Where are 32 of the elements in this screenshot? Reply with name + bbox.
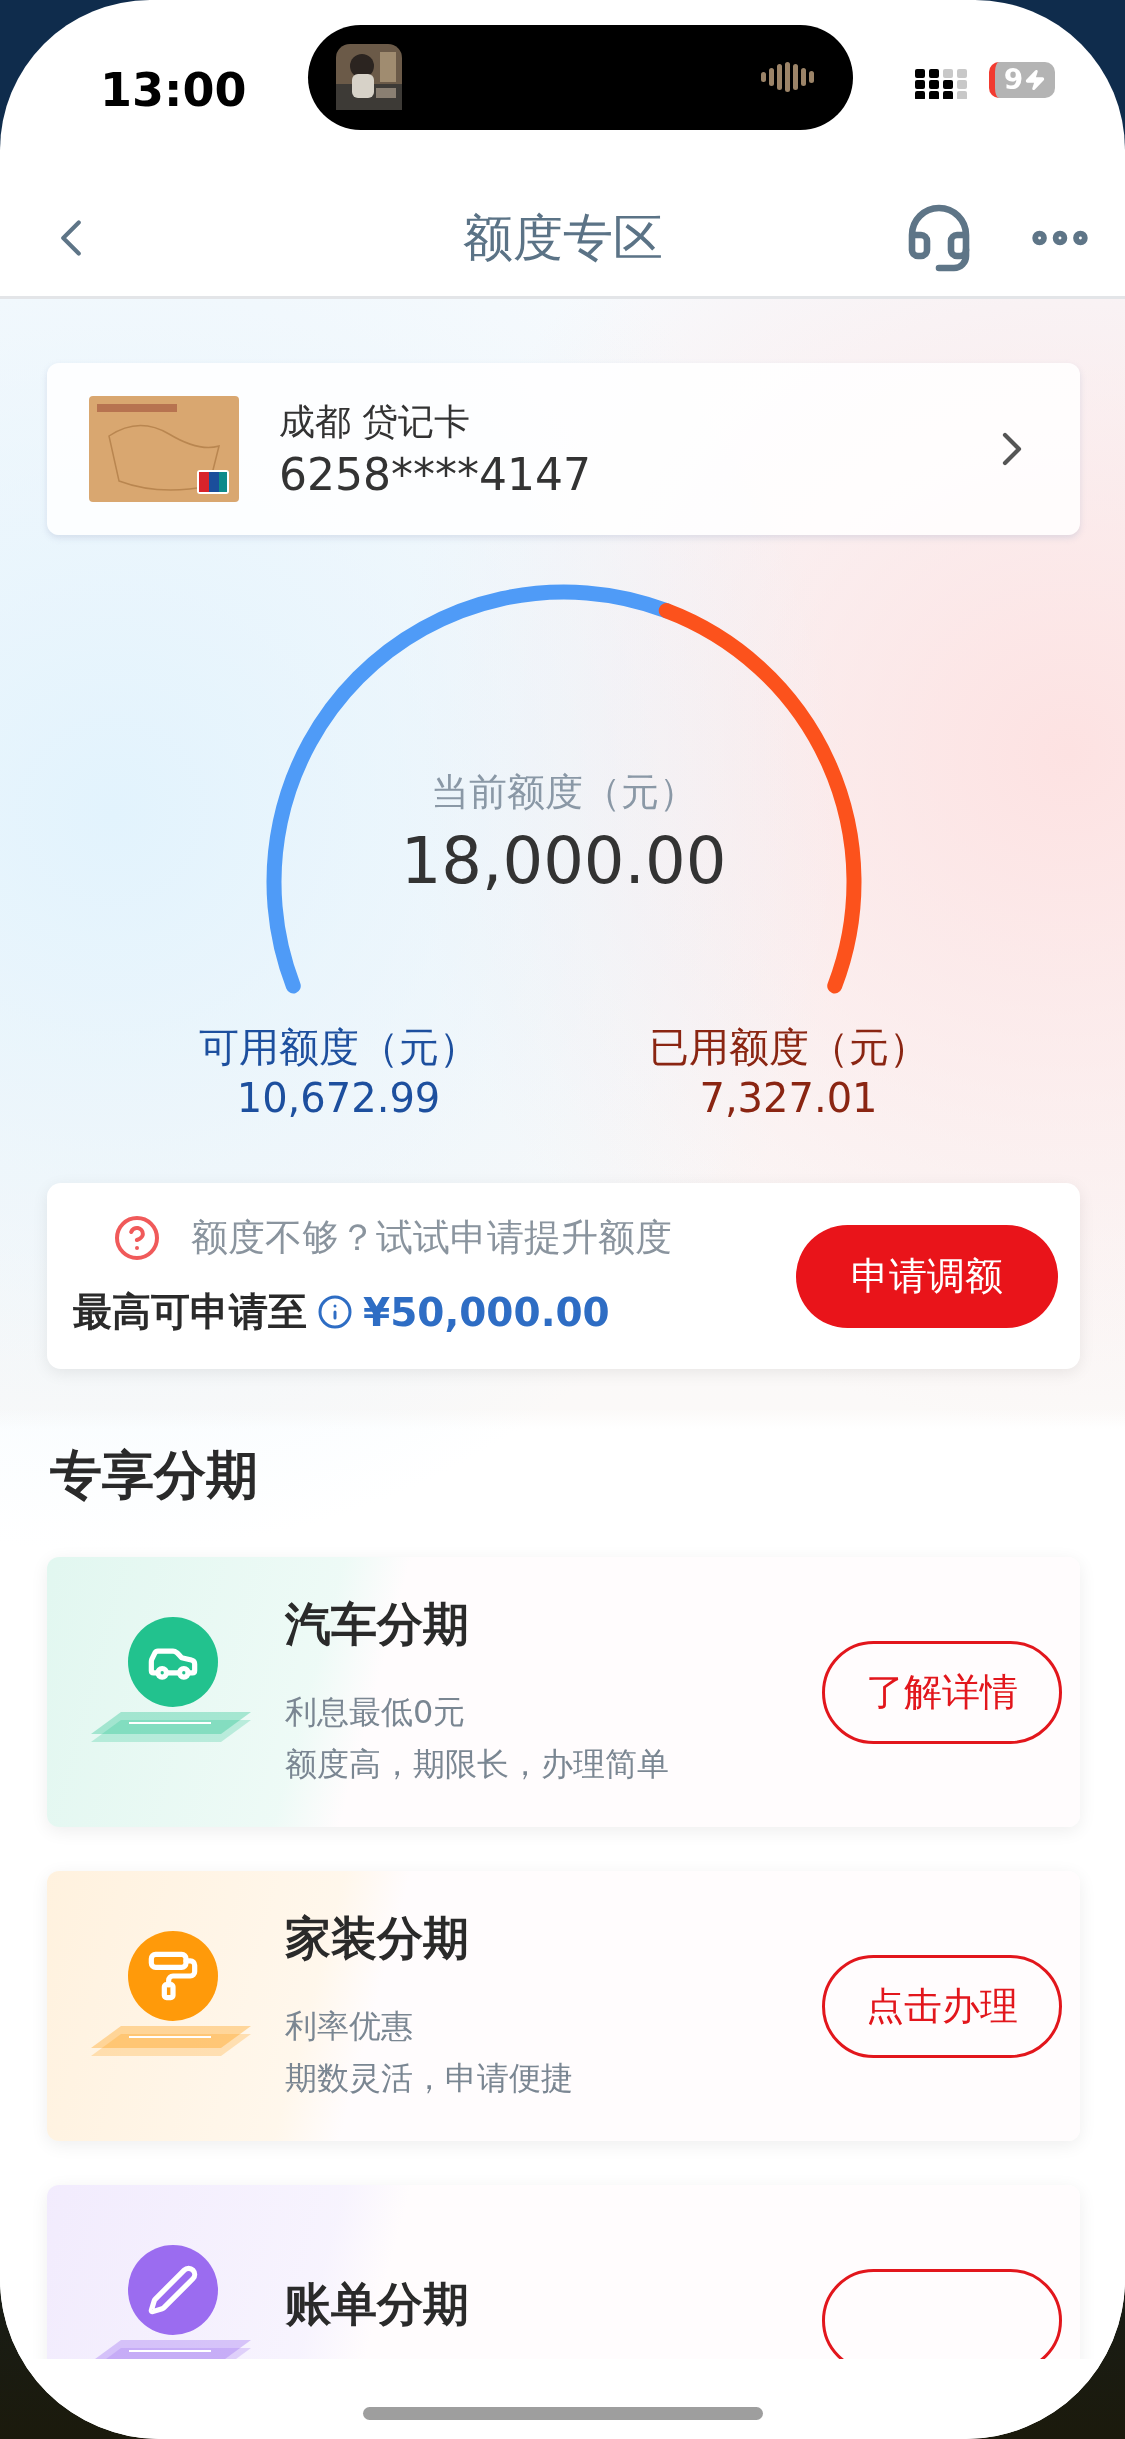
product-title: 账单分期 (285, 2276, 470, 2333)
action-button[interactable]: 了解详情 (822, 1640, 1062, 1744)
product-description: 利息最低0元 (285, 1692, 467, 1733)
used-label: 已用额度（元） (648, 1023, 929, 1072)
apply-button[interactable]: 申请调额 (796, 1224, 1058, 1328)
section-title: 专享分期 (50, 1444, 259, 1507)
max-amount: ¥50,000.00 (363, 1289, 610, 1335)
page-title: 额度专区 (462, 207, 663, 269)
card-name: 成都 贷记卡 (279, 400, 472, 444)
credit-amount: 18,000.00 (400, 824, 727, 898)
status-time: 13:00 (100, 63, 247, 117)
action-button[interactable]: 点击办理 (822, 1954, 1062, 2058)
hint-text: 额度不够？试试申请提升额度 (191, 1215, 672, 1261)
product-title: 家装分期 (285, 1910, 470, 1967)
used-amount: 7,327.01 (699, 1075, 878, 1121)
available-amount: 10,672.99 (236, 1075, 441, 1121)
product-card[interactable]: 家装分期 利率优惠 期数灵活，申请便捷 点击办理 (47, 1871, 1080, 2141)
product-title: 汽车分期 (285, 1596, 470, 1653)
help-icon (113, 1214, 161, 1262)
charging-icon (1024, 69, 1047, 91)
product-card[interactable]: 汽车分期 利息最低0元 额度高，期限长，办理简单 了解详情 (47, 1557, 1080, 1827)
card-selector[interactable]: 成都 贷记卡 6258****4147 (47, 363, 1080, 535)
product-description: 利率优惠 (285, 2006, 414, 2047)
card-number: 6258****4147 (279, 449, 592, 500)
product-card[interactable]: 账单分期 (47, 2185, 1080, 2359)
available-label: 可用额度（元） (198, 1023, 479, 1072)
info-icon[interactable] (317, 1294, 353, 1330)
max-label: 最高可申请至 (73, 1288, 307, 1336)
battery-percent: 9 (1003, 66, 1024, 94)
product-description: 期数灵活，申请便捷 (285, 2058, 574, 2099)
product-description: 额度高，期限长，办理简单 (285, 1744, 670, 1785)
gauge-label: 当前额度（元） (430, 769, 697, 816)
